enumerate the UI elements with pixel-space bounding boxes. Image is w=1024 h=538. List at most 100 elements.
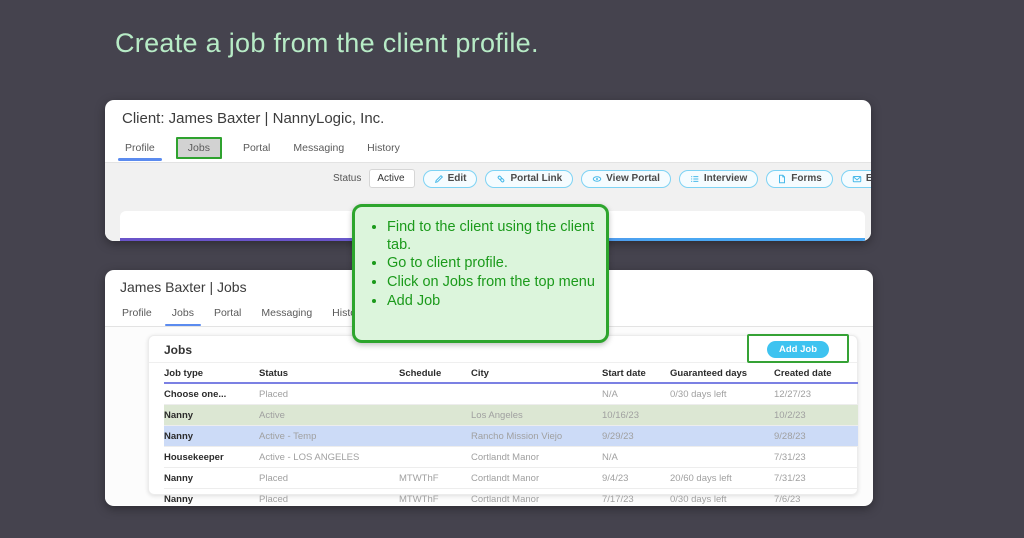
cell-start-date: 9/4/23 xyxy=(602,468,670,489)
cell-guaranteed-days: 0/30 days left xyxy=(670,383,774,405)
forms-button[interactable]: Forms xyxy=(766,170,833,188)
cell-schedule xyxy=(399,383,471,405)
cell-created-date: 7/6/23 xyxy=(774,489,858,507)
jobs-table: Job type Status Schedule City Start date… xyxy=(164,365,858,506)
cell-start-date: N/A xyxy=(602,447,670,468)
link-icon xyxy=(496,174,506,184)
cell-city: Cortlandt Manor xyxy=(471,447,602,468)
list-icon xyxy=(690,174,700,184)
cell-created-date: 9/28/23 xyxy=(774,426,858,447)
tab-profile[interactable]: Profile xyxy=(120,303,154,323)
cell-city: Cortlandt Manor xyxy=(471,489,602,507)
table-row[interactable]: Housekeeper Active - LOS ANGELES Cortlan… xyxy=(164,447,858,468)
file-icon xyxy=(777,174,787,184)
cell-created-date: 7/31/23 xyxy=(774,447,858,468)
cell-created-date: 7/31/23 xyxy=(774,468,858,489)
header-schedule[interactable]: Schedule xyxy=(399,365,471,383)
cell-status: Placed xyxy=(259,489,399,507)
status-toolbar: Status Active Edit Portal Link View Port… xyxy=(333,169,871,188)
cell-schedule: MTWThF xyxy=(399,489,471,507)
instruction-list: Find to the client using the client tab.… xyxy=(387,219,598,310)
tab-portal[interactable]: Portal xyxy=(241,138,272,158)
tab-profile[interactable]: Profile xyxy=(123,138,157,158)
header-job-type[interactable]: Job type xyxy=(164,365,259,383)
cell-job-type: Nanny xyxy=(164,405,259,426)
cell-guaranteed-days xyxy=(670,405,774,426)
client-window-title: Client: James Baxter | NannyLogic, Inc. xyxy=(105,100,871,133)
cell-start-date: N/A xyxy=(602,383,670,405)
forms-label: Forms xyxy=(791,173,822,184)
tab-jobs[interactable]: Jobs xyxy=(176,137,222,159)
jobs-section-title: Jobs xyxy=(164,343,192,357)
cell-schedule xyxy=(399,405,471,426)
cell-status: Active - LOS ANGELES xyxy=(259,447,399,468)
add-job-highlight-box: Add Job xyxy=(747,334,849,363)
cell-schedule: MTWThF xyxy=(399,468,471,489)
email-button[interactable]: Email xyxy=(841,170,871,188)
cell-status: Active xyxy=(259,405,399,426)
header-city[interactable]: City xyxy=(471,365,602,383)
tab-jobs[interactable]: Jobs xyxy=(170,303,196,323)
email-label: Email xyxy=(866,173,871,184)
view-portal-label: View Portal xyxy=(606,173,660,184)
table-row[interactable]: Nanny Active - Temp Rancho Mission Viejo… xyxy=(164,426,858,447)
cell-job-type: Housekeeper xyxy=(164,447,259,468)
tab-portal[interactable]: Portal xyxy=(212,303,243,323)
cell-status: Active - Temp xyxy=(259,426,399,447)
tab-messaging[interactable]: Messaging xyxy=(259,303,314,323)
page-title: Create a job from the client profile. xyxy=(115,28,539,59)
cell-guaranteed-days xyxy=(670,447,774,468)
edit-icon xyxy=(434,174,444,184)
table-row[interactable]: Nanny Active Los Angeles 10/16/23 10/2/2… xyxy=(164,405,858,426)
instruction-item: Go to client profile. xyxy=(387,255,598,273)
cell-created-date: 12/27/23 xyxy=(774,383,858,405)
client-tabs: Profile Jobs Portal Messaging History xyxy=(105,133,871,163)
cell-schedule xyxy=(399,447,471,468)
jobs-panel: Jobs Add Job Job type Status Schedule Ci… xyxy=(148,335,858,495)
header-status[interactable]: Status xyxy=(259,365,399,383)
table-header-row: Job type Status Schedule City Start date… xyxy=(164,365,858,383)
table-row[interactable]: Nanny Placed MTWThF Cortlandt Manor 9/4/… xyxy=(164,468,858,489)
cell-job-type: Nanny xyxy=(164,468,259,489)
table-row[interactable]: Choose one... Placed N/A 0/30 days left … xyxy=(164,383,858,405)
instruction-item: Add Job xyxy=(387,293,598,311)
cell-guaranteed-days: 0/30 days left xyxy=(670,489,774,507)
cell-job-type: Nanny xyxy=(164,426,259,447)
portal-link-label: Portal Link xyxy=(510,173,562,184)
instruction-item: Find to the client using the client tab. xyxy=(387,219,598,254)
tab-messaging[interactable]: Messaging xyxy=(291,138,346,158)
add-job-button[interactable]: Add Job xyxy=(767,341,829,358)
edit-label: Edit xyxy=(448,173,467,184)
header-guaranteed-days[interactable]: Guaranteed days xyxy=(670,365,774,383)
cell-guaranteed-days: 20/60 days left xyxy=(670,468,774,489)
view-portal-button[interactable]: View Portal xyxy=(581,170,671,188)
status-select[interactable]: Active xyxy=(369,169,414,188)
portal-link-button[interactable]: Portal Link xyxy=(485,170,573,188)
cell-city: Rancho Mission Viejo xyxy=(471,426,602,447)
header-start-date[interactable]: Start date xyxy=(602,365,670,383)
interview-button[interactable]: Interview xyxy=(679,170,758,188)
interview-label: Interview xyxy=(704,173,747,184)
cell-schedule xyxy=(399,426,471,447)
jobs-tab-content: Jobs Add Job Job type Status Schedule Ci… xyxy=(105,327,873,505)
cell-created-date: 10/2/23 xyxy=(774,405,858,426)
envelope-icon xyxy=(852,174,862,184)
header-created-date[interactable]: Created date xyxy=(774,365,858,383)
instruction-callout: Find to the client using the client tab.… xyxy=(352,204,609,343)
cell-city: Los Angeles xyxy=(471,405,602,426)
cell-start-date: 9/29/23 xyxy=(602,426,670,447)
cell-guaranteed-days xyxy=(670,426,774,447)
tab-history[interactable]: History xyxy=(365,138,402,158)
cell-city xyxy=(471,383,602,405)
cell-start-date: 10/16/23 xyxy=(602,405,670,426)
cell-job-type: Choose one... xyxy=(164,383,259,405)
cell-status: Placed xyxy=(259,383,399,405)
cell-job-type: Nanny xyxy=(164,489,259,507)
edit-button[interactable]: Edit xyxy=(423,170,478,188)
eye-icon xyxy=(592,174,602,184)
cell-city: Cortlandt Manor xyxy=(471,468,602,489)
status-label: Status xyxy=(333,173,361,184)
cell-status: Placed xyxy=(259,468,399,489)
cell-start-date: 7/17/23 xyxy=(602,489,670,507)
table-row[interactable]: Nanny Placed MTWThF Cortlandt Manor 7/17… xyxy=(164,489,858,507)
